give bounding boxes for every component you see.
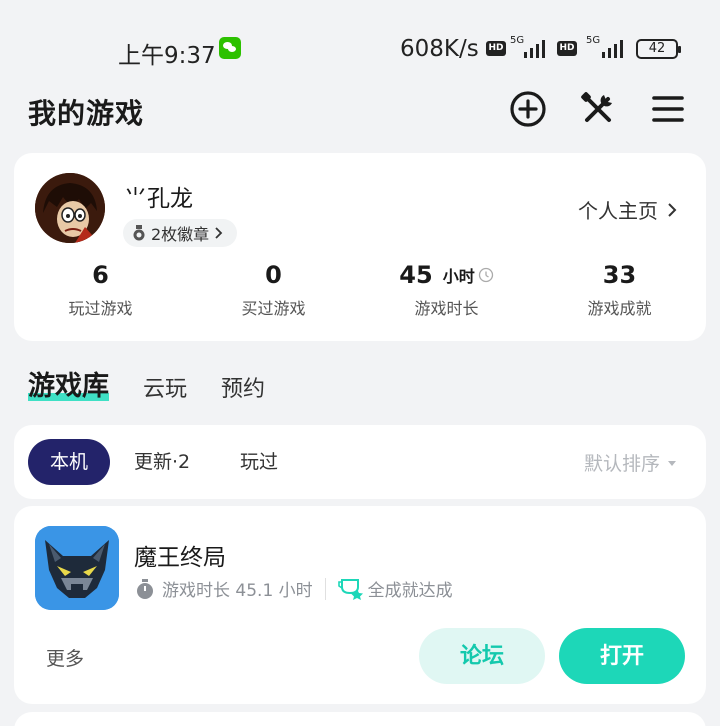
filter-bar: 本机 更新·2 玩过 默认排序 — [14, 425, 706, 499]
page-title: 我的游戏 — [28, 97, 145, 130]
next-game-card[interactable] — [14, 712, 706, 726]
network-speed: 608K/s — [400, 36, 479, 62]
tab-cloud-play[interactable]: 云玩 — [143, 371, 187, 403]
filter-chip-local[interactable]: 本机 — [28, 439, 111, 485]
stat-label: 游戏时长 — [414, 299, 479, 318]
stat-value: 33 — [602, 261, 637, 289]
stat-value: 6 — [92, 261, 109, 289]
personal-homepage-link[interactable]: 个人主页 — [578, 195, 680, 224]
forum-button[interactable]: 论坛 — [419, 628, 545, 684]
stat-value: 0 — [265, 261, 282, 289]
stat-label: 买过游戏 — [241, 299, 306, 318]
avatar[interactable] — [35, 173, 105, 243]
meta-divider — [324, 577, 326, 600]
sort-label: 默认排序 — [583, 453, 660, 475]
filter-chip-played[interactable]: 玩过 — [240, 439, 278, 485]
chevron-right-icon — [668, 202, 677, 217]
status-bar: 上午9:37 608K/s HD 5G HD 5G 42 — [0, 28, 720, 72]
hd-icon: HD — [486, 41, 506, 56]
home-link-label: 个人主页 — [578, 199, 658, 223]
battery-icon: 42 — [636, 39, 681, 59]
game-title: 魔王终局 — [134, 545, 226, 571]
stats-row: 6 玩过游戏 0 买过游戏 45 小时 游戏时长 33 游戏成就 — [14, 259, 706, 319]
hd-icon-2: HD — [557, 41, 577, 56]
add-game-button[interactable] — [508, 89, 548, 129]
menu-icon — [652, 96, 684, 122]
stat-unit: 小时 — [442, 267, 475, 286]
status-time: 上午9:37 — [118, 43, 216, 69]
filter-chip-updates[interactable]: 更新·2 — [134, 439, 190, 485]
stat-label: 玩过游戏 — [68, 299, 133, 318]
game-icon[interactable] — [35, 526, 119, 610]
more-button[interactable]: 更多 — [46, 644, 84, 671]
5g-label: 5G — [510, 35, 525, 46]
tools-icon — [581, 92, 612, 122]
open-game-button[interactable]: 打开 — [559, 628, 685, 684]
wechat-notification-icon — [219, 37, 241, 59]
stat-label: 游戏成就 — [587, 299, 652, 318]
stat-playtime[interactable]: 45 小时 游戏时长 — [360, 259, 533, 319]
menu-button[interactable] — [648, 89, 688, 129]
main-tabs: 游戏库 云玩 预约 — [28, 364, 299, 403]
stat-value: 45 — [399, 261, 433, 289]
game-meta: 游戏时长 45.1 小时 全成就达成 — [134, 576, 453, 601]
playtime-text: 游戏时长 45.1 小时 — [162, 581, 313, 601]
trophy-star-icon — [337, 578, 363, 600]
stat-played[interactable]: 6 玩过游戏 — [14, 259, 187, 319]
sort-dropdown[interactable]: 默认排序 — [584, 449, 678, 476]
game-card[interactable]: 魔王终局 游戏时长 45.1 小时 全成就达成 更多 论坛 打开 — [14, 506, 706, 704]
caret-down-icon — [668, 460, 676, 466]
info-icon[interactable] — [478, 267, 494, 283]
username: ⺌孔龙 — [124, 186, 193, 212]
stopwatch-icon — [137, 578, 153, 599]
achievement-text: 全成就达成 — [367, 581, 453, 601]
tab-reservations[interactable]: 预约 — [221, 371, 265, 403]
add-circle-icon — [510, 91, 546, 127]
chevron-right-icon — [215, 227, 223, 239]
profile-card: ⺌孔龙 2枚徽章 个人主页 6 玩过游戏 0 买过游戏 45 小时 游戏时长 3… — [14, 153, 706, 341]
5g-label-2: 5G — [586, 35, 601, 46]
stat-bought[interactable]: 0 买过游戏 — [187, 259, 360, 319]
stat-achievements[interactable]: 33 游戏成就 — [533, 259, 706, 319]
badge-label: 2枚徽章 — [151, 225, 210, 244]
signal-icon-2 — [602, 40, 626, 58]
medal-icon — [133, 225, 145, 241]
tab-game-library[interactable]: 游戏库 — [28, 364, 109, 403]
badge-button[interactable]: 2枚徽章 — [123, 219, 238, 247]
signal-icon — [524, 40, 548, 58]
tools-button[interactable] — [578, 89, 618, 129]
